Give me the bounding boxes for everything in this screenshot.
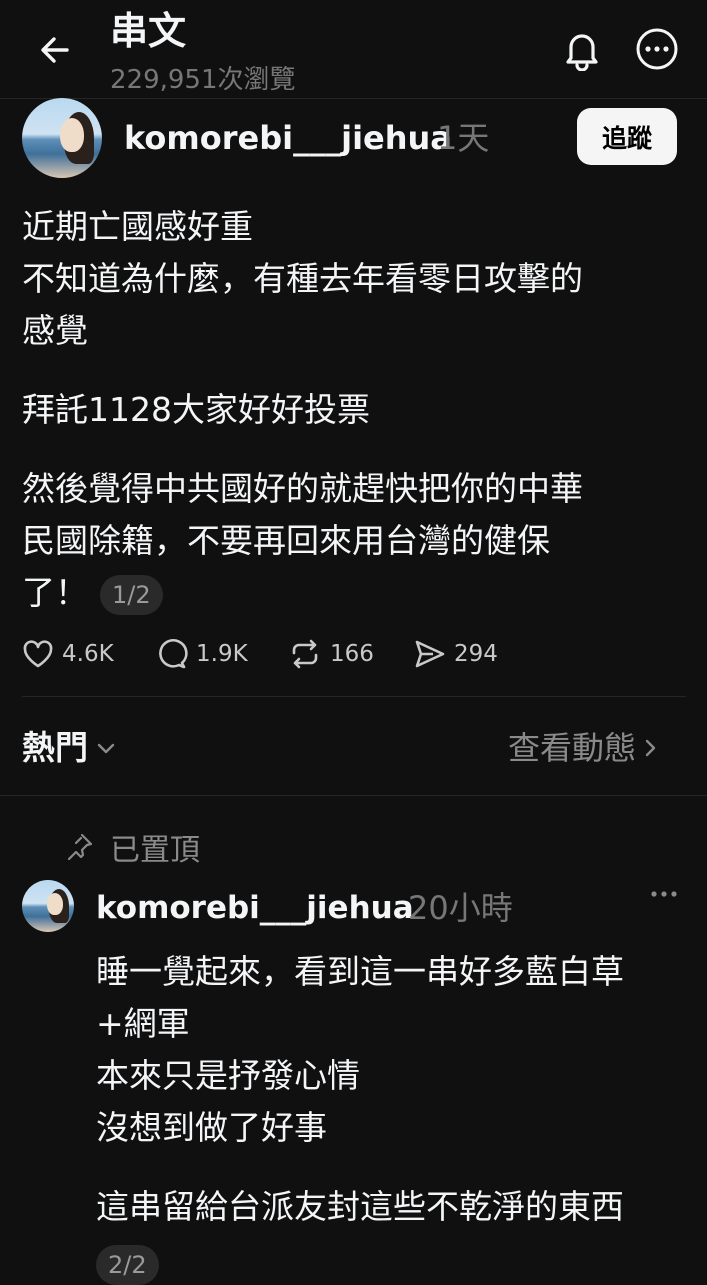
sort-dropdown[interactable]: 熱門: [22, 724, 116, 772]
reply-line: 沒想到做了好事: [96, 1108, 327, 1147]
bell-icon[interactable]: [558, 26, 606, 74]
header-divider: [0, 98, 707, 99]
reply-timestamp: 20小時: [408, 889, 513, 927]
more-options-icon[interactable]: [634, 26, 680, 72]
divider: [22, 696, 686, 697]
avatar[interactable]: [22, 98, 102, 178]
like-button[interactable]: 4.6K: [22, 634, 114, 674]
reply-line: 這串留給台派友封這些不乾淨的東西: [96, 1187, 624, 1226]
more-options-icon[interactable]: [646, 880, 682, 908]
post-line: 近期亡國感好重: [22, 207, 253, 246]
view-activity-label: 查看動態: [508, 729, 637, 767]
repost-button[interactable]: 166: [288, 634, 374, 674]
view-activity-link[interactable]: 查看動態: [508, 724, 656, 772]
avatar[interactable]: [22, 880, 74, 932]
repost-icon: [292, 639, 318, 669]
like-count: 4.6K: [62, 641, 114, 667]
pin-icon: [67, 833, 93, 861]
reply-text: 睡一覺起來，看到這一串好多藍白草 +網軍 本來只是抒發心情 沒想到做了好事 這串…: [96, 946, 696, 1285]
chevron-down-icon: [97, 743, 115, 754]
divider: [0, 795, 707, 796]
post-line: 了！: [22, 573, 88, 612]
reply-line: +網軍: [96, 1004, 190, 1043]
pinned-label: 已置頂: [110, 833, 200, 868]
follow-button[interactable]: 追蹤: [577, 108, 677, 165]
pinned-indicator: 已置頂: [64, 824, 200, 870]
page-indicator: 2/2: [96, 1244, 159, 1285]
page-title: 串文: [110, 9, 187, 53]
comment-icon: [159, 639, 188, 669]
reply-button[interactable]: 1.9K: [156, 634, 248, 674]
reply-author-name[interactable]: komorebi___jiehua: [96, 886, 414, 930]
back-arrow-icon[interactable]: [30, 28, 80, 72]
share-count: 294: [454, 641, 498, 667]
post-author-name[interactable]: komorebi___jiehua: [124, 116, 452, 160]
chevron-right-icon: [645, 739, 656, 757]
reply-count: 1.9K: [196, 641, 248, 667]
post-line: 民國除籍，不要再回來用台灣的健保: [22, 521, 550, 560]
share-button[interactable]: 294: [414, 634, 498, 674]
heart-icon: [23, 640, 53, 668]
sort-label: 熱門: [22, 728, 88, 767]
send-icon: [415, 640, 445, 668]
post-line: 拜託1128大家好好投票: [22, 390, 370, 429]
page-indicator: 1/2: [100, 574, 163, 615]
post-line: 然後覺得中共國好的就趕快把你的中華: [22, 469, 583, 508]
reply-line: 本來只是抒發心情: [96, 1056, 360, 1095]
post-line: 感覺: [22, 311, 88, 350]
post-timestamp: 1天: [437, 119, 490, 157]
post-text: 近期亡國感好重 不知道為什麼，有種去年看零日攻擊的 感覺 拜託1128大家好好投…: [22, 201, 687, 619]
repost-count: 166: [330, 641, 374, 667]
reply-line: 睡一覺起來，看到這一串好多藍白草: [96, 952, 624, 991]
view-count: 229,951次瀏覽: [110, 65, 296, 95]
post-line: 不知道為什麼，有種去年看零日攻擊的: [22, 259, 583, 298]
